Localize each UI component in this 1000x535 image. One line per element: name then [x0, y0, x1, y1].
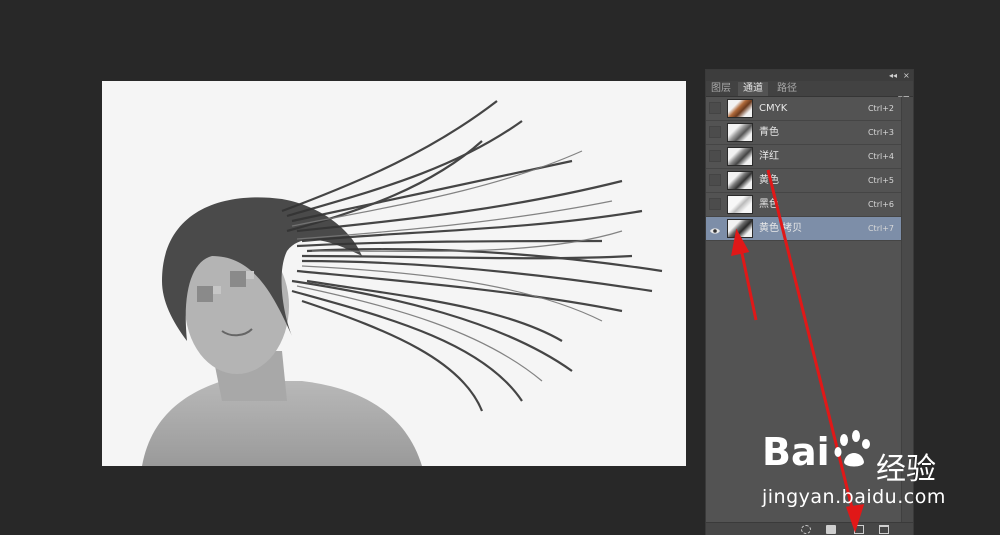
channel-thumbnail: [727, 99, 753, 118]
channel-name: CMYK: [759, 103, 788, 114]
channel-thumbnail: [727, 123, 753, 142]
channel-thumbnail: [727, 147, 753, 166]
channel-name: 青色: [759, 127, 779, 138]
watermark-brand: Bai: [762, 430, 830, 474]
tab-layers[interactable]: 图层: [706, 82, 736, 96]
baidu-watermark: Bai 经验 jingyan.baidu.com: [762, 430, 962, 520]
channel-shortcut: Ctrl+4: [867, 152, 894, 161]
eye-icon[interactable]: [709, 222, 721, 234]
channel-thumbnail: [727, 171, 753, 190]
watermark-url: jingyan.baidu.com: [762, 486, 946, 508]
tab-paths[interactable]: 路径: [772, 82, 802, 96]
channel-shortcut: Ctrl+5: [867, 176, 894, 185]
tab-channels[interactable]: 通道: [738, 82, 768, 96]
new-channel-icon[interactable]: [854, 525, 864, 534]
load-selection-icon[interactable]: [801, 525, 811, 534]
panel-bottom-toolbar: [706, 522, 913, 535]
visibility-toggle[interactable]: [709, 198, 721, 210]
channel-row-black[interactable]: 黑色 Ctrl+6: [706, 193, 902, 217]
visibility-toggle[interactable]: [709, 126, 721, 138]
channel-row-cmyk[interactable]: CMYK Ctrl+2: [706, 97, 902, 121]
channel-name: 洋红: [759, 151, 779, 162]
channel-thumbnail: [727, 219, 753, 238]
watermark-brand-cn: 经验: [876, 452, 936, 487]
visibility-toggle[interactable]: [709, 174, 721, 186]
woman-flowing-hair-image: [102, 81, 686, 466]
channel-shortcut: Ctrl+6: [867, 200, 894, 209]
document-canvas[interactable]: [102, 81, 686, 466]
channel-name: 黄色: [759, 175, 779, 186]
panel-tabs: 图层 通道 路径 ▾≡: [706, 81, 913, 104]
close-panel-button[interactable]: ×: [903, 70, 910, 81]
save-selection-icon[interactable]: [826, 525, 836, 534]
channel-row-yellow-copy[interactable]: 黄色 拷贝 Ctrl+7: [706, 217, 902, 241]
trash-icon[interactable]: [879, 525, 889, 534]
channel-shortcut: Ctrl+2: [867, 104, 894, 113]
channel-name: 黑色: [759, 199, 779, 210]
channel-list: CMYK Ctrl+2 青色 Ctrl+3 洋红 Ctrl+4 黄色 Ctrl+…: [706, 97, 902, 241]
channel-row-yellow[interactable]: 黄色 Ctrl+5: [706, 169, 902, 193]
collapse-panel-button[interactable]: ◂◂: [889, 70, 897, 81]
eye-icon-graphic: [710, 228, 720, 234]
channel-shortcut: Ctrl+3: [867, 128, 894, 137]
channel-row-magenta[interactable]: 洋红 Ctrl+4: [706, 145, 902, 169]
channel-name: 黄色 拷贝: [759, 223, 803, 234]
visibility-toggle[interactable]: [709, 150, 721, 162]
channel-thumbnail: [727, 195, 753, 214]
visibility-toggle[interactable]: [709, 102, 721, 114]
panel-title-bar: ◂◂ ×: [706, 70, 913, 81]
channel-row-cyan[interactable]: 青色 Ctrl+3: [706, 121, 902, 145]
paw-icon: [834, 430, 870, 467]
channel-shortcut: Ctrl+7: [867, 224, 894, 233]
